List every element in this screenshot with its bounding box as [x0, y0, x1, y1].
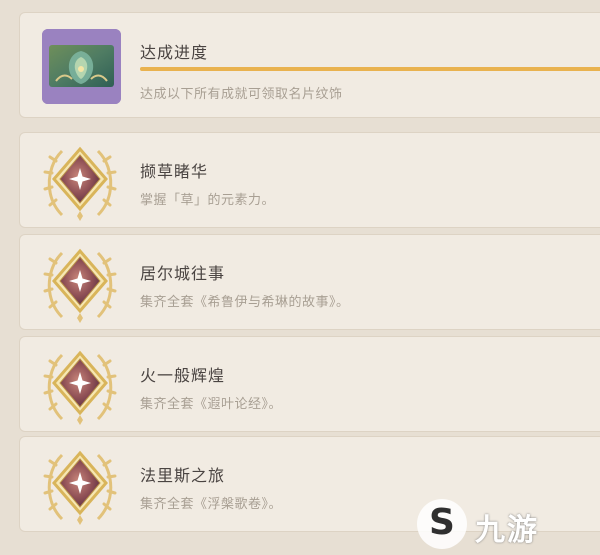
achievement-title: 居尔城往事	[140, 264, 226, 283]
achievement-card[interactable]: 居尔城往事 集齐全套《希鲁伊与希琳的故事》。	[19, 234, 600, 330]
watermark-text: 九游	[475, 513, 539, 548]
progress-description: 达成以下所有成就可领取名片纹饰	[140, 87, 343, 102]
namecard-thumbnail	[42, 29, 121, 104]
achievement-medal-icon	[38, 137, 122, 225]
achievement-title: 撷草睹华	[140, 162, 209, 181]
achievement-card[interactable]: 撷草睹华 掌握「草」的元素力。	[19, 132, 600, 228]
progress-title: 达成进度	[140, 43, 209, 62]
achievement-medal-icon	[38, 239, 122, 327]
achievement-title: 火一般辉煌	[140, 366, 226, 385]
achievement-title: 法里斯之旅	[140, 466, 226, 485]
achievement-description: 集齐全套《浮槃歌卷》。	[140, 497, 283, 512]
progress-bar-fill	[140, 67, 600, 71]
achievement-description: 集齐全套《希鲁伊与希琳的故事》。	[140, 295, 350, 310]
watermark-circle: S	[417, 499, 467, 549]
achievement-medal-icon	[38, 341, 122, 429]
watermark-logo: S 九游	[417, 499, 592, 549]
achievement-description: 集齐全套《遐叶论经》。	[140, 397, 283, 412]
watermark-letter: S	[429, 502, 455, 543]
progress-bar	[140, 67, 600, 71]
namecard-progress-card: 达成进度 达成以下所有成就可领取名片纹饰	[19, 12, 600, 118]
achievement-medal-icon	[38, 441, 122, 529]
achievement-card[interactable]: 火一般辉煌 集齐全套《遐叶论经》。	[19, 336, 600, 432]
achievement-description: 掌握「草」的元素力。	[140, 193, 276, 208]
